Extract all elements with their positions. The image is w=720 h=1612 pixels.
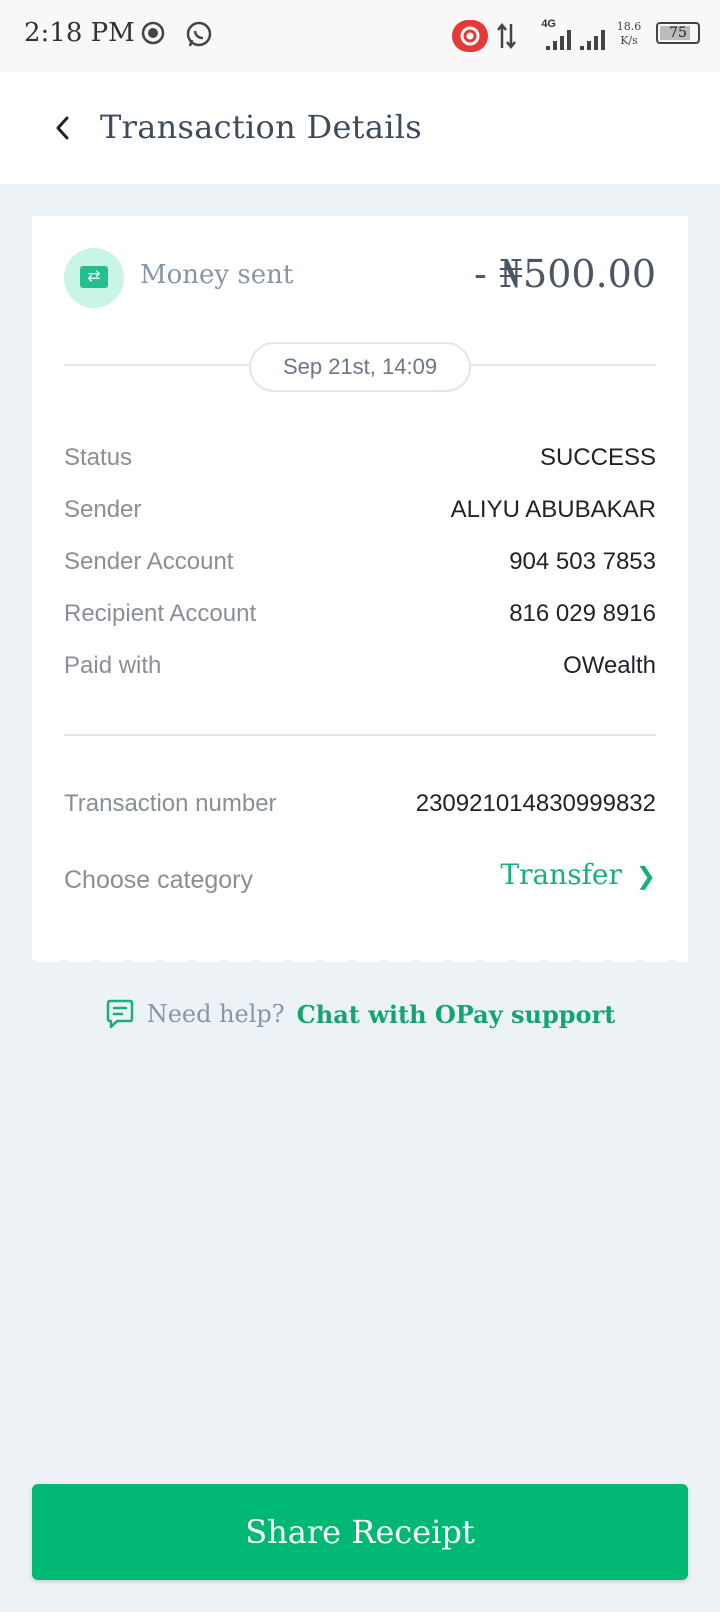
app-header: Transaction Details: [0, 72, 720, 184]
details-divider: [64, 734, 656, 736]
data-transfer-icon: [497, 22, 516, 50]
battery-icon: 75: [656, 22, 700, 44]
battery-level: 75: [669, 25, 687, 41]
card-scallop-edge: [32, 952, 688, 972]
signal-icon-sim2: [580, 30, 605, 50]
network-speed: 18.6 K/s: [614, 20, 644, 48]
transaction-type-label: Money sent: [140, 260, 294, 290]
recipient-account-value: 816 029 8916: [509, 600, 656, 627]
category-selector[interactable]: Transfer ❯: [500, 858, 656, 891]
paid-with-label: Paid with: [64, 652, 162, 679]
sender-account-value: 904 503 7853: [509, 548, 656, 575]
category-value: Transfer: [500, 858, 622, 891]
chat-support-link[interactable]: Chat with OPay support: [297, 1000, 616, 1029]
back-button[interactable]: [50, 112, 78, 144]
signal-icon-sim1: [546, 30, 571, 50]
status-bar: 2:18 PM 4G 18.6 K/s 75: [0, 0, 720, 72]
status-time: 2:18 PM: [24, 18, 135, 48]
sender-account-label: Sender Account: [64, 548, 234, 575]
recipient-account-label: Recipient Account: [64, 600, 257, 627]
share-receipt-button[interactable]: Share Receipt: [32, 1484, 688, 1580]
transaction-card: ⇄ Money sent - ₦500.00 Sep 21st, 14:09 S…: [32, 216, 688, 962]
status-label: Status: [64, 444, 133, 471]
transaction-date: Sep 21st, 14:09: [249, 342, 471, 392]
speed-value: 18.6: [616, 20, 642, 33]
speed-unit: K/s: [620, 34, 638, 47]
status-value: SUCCESS: [539, 444, 656, 471]
transfer-icon-circle: ⇄: [64, 248, 124, 308]
help-text: Need help?: [146, 1000, 285, 1028]
category-label: Choose category: [64, 866, 254, 894]
sender-value: ALIYU ABUBAKAR: [450, 496, 656, 523]
transaction-number-value: 230921014830999832: [415, 790, 656, 817]
help-section: Need help? Chat with OPay support: [0, 998, 720, 1036]
transaction-number-label: Transaction number: [64, 790, 277, 817]
chevron-right-icon: ❯: [635, 862, 656, 890]
paid-with-value: OWealth: [563, 652, 656, 679]
screen-record-icon: [141, 21, 165, 45]
sender-label: Sender: [64, 496, 142, 523]
page-title: Transaction Details: [100, 108, 423, 146]
transaction-amount: - ₦500.00: [473, 252, 656, 296]
chat-icon: [106, 999, 133, 1029]
recording-icon: [452, 20, 488, 52]
whatsapp-icon: [186, 21, 212, 47]
transfer-icon: ⇄: [80, 266, 108, 288]
